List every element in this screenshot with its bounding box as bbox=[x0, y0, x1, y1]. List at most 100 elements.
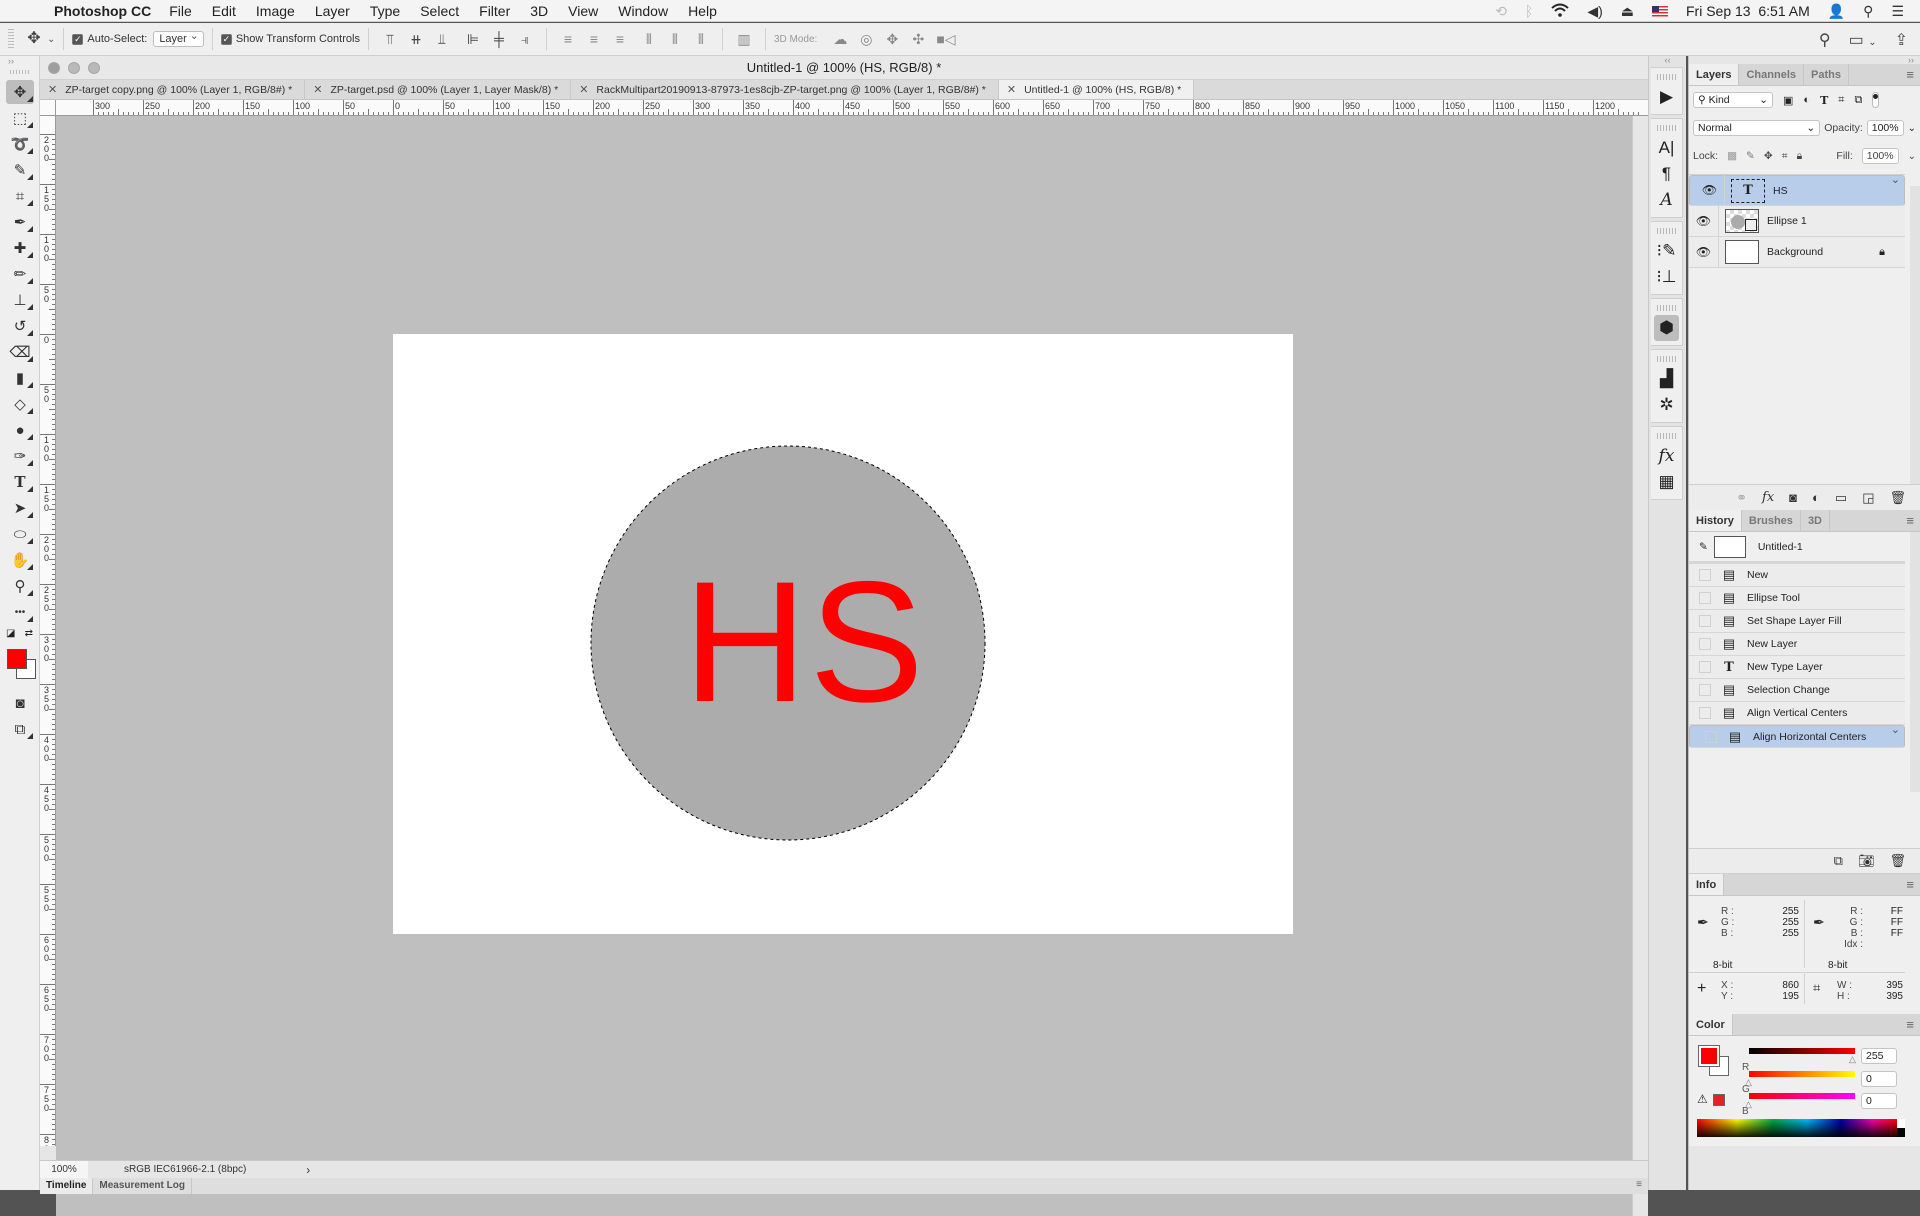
b-value-field[interactable]: 0 bbox=[1861, 1093, 1897, 1109]
type-layer-text[interactable]: HS bbox=[683, 556, 924, 728]
blend-mode-dropdown[interactable]: Normal ⌄ bbox=[1693, 120, 1821, 136]
filter-smart-object-icon[interactable]: ⧉ bbox=[1854, 94, 1862, 107]
gamut-warning-icon[interactable]: ⚠ bbox=[1697, 1092, 1708, 1106]
3d-scale-icon[interactable]: ■◁ bbox=[936, 32, 955, 46]
quick-mask-mode-button[interactable]: ◙ bbox=[6, 691, 34, 715]
history-scrollbar[interactable] bbox=[1910, 532, 1920, 792]
create-snapshot-icon[interactable]: 📷︎ bbox=[1858, 853, 1875, 869]
eyedropper-tool[interactable]: ✒ bbox=[6, 210, 34, 234]
close-window-button[interactable] bbox=[48, 62, 60, 74]
volume-icon[interactable]: ◀︎) bbox=[1587, 3, 1602, 20]
3d-pan-icon[interactable]: ✥ bbox=[884, 32, 900, 46]
history-brush-source-checkbox[interactable] bbox=[1699, 638, 1711, 650]
menu-edit[interactable]: Edit bbox=[212, 3, 236, 19]
r-slider-thumb[interactable]: △ bbox=[1849, 1054, 1856, 1065]
r-value-field[interactable]: 255 bbox=[1861, 1048, 1897, 1064]
styles-panel-icon[interactable]: fx bbox=[1651, 443, 1682, 469]
marquee-tool[interactable]: ⬚ bbox=[6, 106, 34, 130]
panel-menu-icon[interactable]: ≡ bbox=[1906, 1017, 1914, 1032]
menu-select[interactable]: Select bbox=[420, 3, 459, 19]
zoom-window-button[interactable] bbox=[88, 62, 100, 74]
zoom-tool[interactable]: ⚲ bbox=[6, 574, 34, 598]
b-slider[interactable] bbox=[1749, 1093, 1855, 1099]
actions-panel-icon[interactable]: ▶ bbox=[1651, 84, 1682, 110]
3d-orbit-icon[interactable]: ☁ bbox=[832, 32, 848, 46]
history-brush-source-checkbox[interactable] bbox=[1699, 661, 1711, 673]
lock-transparent-pixels-icon[interactable]: ▩ bbox=[1727, 150, 1737, 162]
history-brush-source-checkbox[interactable] bbox=[1699, 684, 1711, 696]
filter-pixel-icon[interactable]: ▣ bbox=[1783, 94, 1793, 107]
foreground-color-swatch[interactable] bbox=[7, 649, 27, 669]
tab-info[interactable]: Info bbox=[1689, 874, 1725, 895]
distribute-bottom-icon[interactable]: ≡ bbox=[612, 32, 628, 46]
spotlight-icon[interactable]: ⚲ bbox=[1863, 3, 1873, 20]
hand-tool[interactable]: ✋ bbox=[6, 548, 34, 572]
menu-image[interactable]: Image bbox=[256, 3, 295, 19]
group-grip[interactable] bbox=[1657, 433, 1676, 439]
workspace-switcher-icon[interactable]: ▭ ⌄ bbox=[1849, 30, 1877, 50]
layer-row[interactable]: 👁︎ Ellipse 1 bbox=[1689, 205, 1905, 237]
swatches-panel-icon[interactable]: ▦ bbox=[1651, 469, 1682, 495]
healing-brush-tool[interactable]: ✚ bbox=[6, 236, 34, 260]
align-right-edges-icon[interactable]: ⫣ bbox=[517, 32, 533, 46]
history-state[interactable]: ▤ Align Vertical Centers bbox=[1689, 702, 1905, 725]
group-grip[interactable] bbox=[1657, 305, 1676, 311]
canvas[interactable]: HS bbox=[393, 334, 1293, 934]
menu-view[interactable]: View bbox=[568, 3, 598, 19]
pasteboard[interactable]: HS bbox=[56, 116, 1632, 1216]
add-layer-style-icon[interactable]: fx bbox=[1762, 490, 1774, 505]
tab-timeline[interactable]: Timeline bbox=[40, 1178, 94, 1194]
horizontal-ruler[interactable]: 300 250 200 150 100 50 0 50 100 150 200 250 300 350 40… bbox=[56, 100, 1648, 116]
brush-tool[interactable]: ✏ bbox=[6, 262, 34, 286]
visibility-eye-icon[interactable]: 👁︎ bbox=[1689, 205, 1719, 237]
tab-layers[interactable]: Layers bbox=[1689, 64, 1740, 85]
tab-channels[interactable]: Channels bbox=[1739, 64, 1804, 85]
distribute-horizontal-centers-icon[interactable]: ⫴ bbox=[667, 32, 683, 46]
new-document-from-state-icon[interactable]: ⧉ bbox=[1834, 853, 1843, 869]
color-foreground-swatch[interactable] bbox=[1698, 1045, 1720, 1067]
black-swatch[interactable] bbox=[1897, 1128, 1905, 1137]
clone-source-icon[interactable]: ⁝⊥ bbox=[1651, 264, 1682, 290]
time-machine-icon[interactable]: ⟲ bbox=[1495, 3, 1507, 20]
menu-help[interactable]: Help bbox=[688, 3, 717, 19]
tab-paths[interactable]: Paths bbox=[1804, 64, 1849, 85]
swap-colors-icon[interactable]: ⇄ bbox=[25, 628, 33, 639]
new-layer-icon[interactable]: ◲ bbox=[1862, 490, 1874, 506]
layer-lock-icon[interactable]: 🔒︎ bbox=[1879, 246, 1885, 259]
opacity-field[interactable]: 100% bbox=[1866, 120, 1904, 136]
history-brush-source-checkbox[interactable] bbox=[1699, 707, 1711, 719]
dodge-tool[interactable]: ● bbox=[6, 418, 34, 442]
group-grip[interactable] bbox=[1657, 125, 1676, 131]
auto-align-layers-icon[interactable]: ▥ bbox=[736, 32, 752, 46]
layer-row[interactable]: 👁︎ Background 🔒︎ bbox=[1689, 236, 1905, 268]
menu-file[interactable]: File bbox=[169, 3, 192, 19]
share-icon[interactable]: ⇪ bbox=[1895, 30, 1908, 50]
close-tab-icon[interactable]: ✕ bbox=[579, 83, 588, 96]
show-transform-controls-checkbox[interactable]: ✓ Show Transform Controls bbox=[220, 33, 360, 45]
g-slider-thumb[interactable]: △ bbox=[1745, 1077, 1752, 1088]
tab-measurement-log[interactable]: Measurement Log bbox=[93, 1178, 192, 1194]
lock-image-pixels-icon[interactable]: ✎ bbox=[1746, 150, 1755, 162]
b-slider-thumb[interactable]: △ bbox=[1745, 1099, 1752, 1110]
layer-row[interactable]: 👁︎ T HS bbox=[1689, 173, 1905, 206]
blur-tool[interactable]: ◇ bbox=[6, 392, 34, 416]
history-state[interactable]: ▤ New Layer bbox=[1689, 633, 1905, 656]
panel-menu-icon[interactable]: ≡ bbox=[1906, 67, 1914, 82]
lock-all-icon[interactable]: 🔒︎ bbox=[1797, 150, 1803, 163]
add-layer-mask-icon[interactable]: ◙ bbox=[1789, 490, 1797, 505]
ruler-origin[interactable] bbox=[40, 100, 56, 116]
fill-field[interactable]: 100% bbox=[1861, 148, 1899, 164]
filter-toggle-switch[interactable] bbox=[1872, 92, 1880, 108]
crosshair-icon[interactable]: + bbox=[1697, 980, 1706, 998]
search-icon[interactable]: ⚲ bbox=[1819, 30, 1831, 50]
more-tools[interactable]: ••• bbox=[6, 600, 34, 624]
type-tool[interactable]: T bbox=[6, 470, 34, 494]
panel-menu-icon[interactable]: ≡ bbox=[1636, 1179, 1642, 1190]
dock-collapse-icon[interactable]: ‹‹ bbox=[1649, 56, 1686, 65]
visibility-eye-icon[interactable]: 👁︎ bbox=[1689, 236, 1719, 268]
eyedropper-icon[interactable]: ✒ bbox=[1697, 914, 1709, 931]
paragraph-panel-icon[interactable]: ¶ bbox=[1651, 161, 1682, 187]
us-flag-icon[interactable] bbox=[1652, 5, 1668, 17]
document-tab[interactable]: ✕ ZP-target.psd @ 100% (Layer 1, Layer Ma… bbox=[305, 80, 572, 99]
white-swatch[interactable] bbox=[1897, 1119, 1905, 1128]
